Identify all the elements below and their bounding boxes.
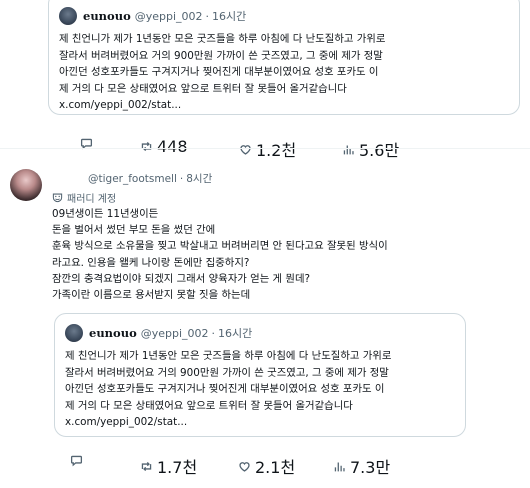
text-line: 09년생이든 11년생이든 [52, 208, 159, 220]
quoted-timestamp[interactable]: 16시간 [212, 8, 246, 24]
bar-chart-icon [343, 144, 354, 154]
post-text: 09년생이든 11년생이든돈을 벌어서 썼던 부모 돈을 썼던 간에훈육 방식으… [52, 206, 388, 303]
text-line: 잘라서 버려버렸어요 거의 900만원 가까이 쓴 굿즈였고, 그 중에 제가 … [59, 49, 383, 62]
quoted-tweet-card[interactable]: eunouo @yeppi_002 · 16시간 제 친언니가 제가 1년동안 … [54, 313, 466, 437]
text-line: 훈육 방식으로 소유물을 찢고 박살내고 버려버리면 안 된다고요 잘못된 방식… [52, 240, 388, 253]
text-line: 잘라서 버려버렸어요 거의 900만원 가까이 쓴 굿즈였고, 그 중에 제가 … [65, 366, 389, 379]
quoted-tweet-text: 제 친언니가 제가 1년동안 모은 굿즈들을 하루 아침에 다 난도질하고 가위… [65, 348, 391, 431]
views-button[interactable]: 7.3만 [333, 454, 390, 478]
view-count: 7.3만 [350, 458, 391, 477]
separator-dot: · [179, 172, 184, 185]
repost-button[interactable]: 1.7천 [140, 454, 197, 478]
quoted-link[interactable]: x.com/yeppi_002/stat... [59, 97, 385, 114]
quoted-author-name[interactable]: eunouo [89, 326, 137, 340]
bar-chart-icon [334, 461, 345, 471]
quoted-link[interactable]: x.com/yeppi_002/stat... [65, 414, 391, 431]
like-button[interactable]: 1.2천 [239, 137, 296, 161]
heart-icon [240, 144, 251, 155]
quoted-tweet-card[interactable]: eunouo @yeppi_002 · 16시간 제 친언니가 제가 1년동안 … [48, 0, 520, 115]
quoted-author-handle[interactable]: @yeppi_002 [135, 10, 203, 23]
views-button[interactable]: 5.6만 [342, 137, 399, 161]
text-line: 제 거의 다 모은 상태였어요 앞으로 트위터 잘 못들어 올거같습니다 [59, 82, 347, 95]
quoted-author-handle[interactable]: @yeppi_002 [141, 327, 209, 340]
author-name-redacted [60, 174, 88, 184]
avatar[interactable] [10, 169, 42, 201]
like-count: 1.2천 [256, 141, 297, 160]
repost-count: 1.7천 [157, 458, 198, 477]
repost-arrows-icon [141, 461, 152, 471]
author-handle[interactable]: @tiger_footsmell [88, 173, 177, 185]
repost-arrows-icon [141, 141, 152, 152]
quoted-tweet-header: eunouo @yeppi_002 · 16시간 [65, 324, 252, 342]
repost-count: 448 [157, 137, 188, 156]
parody-account-label: 패러디 계정 [52, 190, 116, 205]
separator-dot: · [211, 326, 216, 340]
view-count: 5.6만 [359, 141, 400, 160]
like-button[interactable]: 2.1천 [238, 454, 295, 478]
quoted-author-name[interactable]: eunouo [83, 9, 131, 23]
text-line: 제 친언니가 제가 1년동안 모은 굿즈들을 하루 아침에 다 난도질하고 가위… [65, 350, 392, 362]
heart-icon [239, 461, 250, 472]
text-line: 잠깐의 충격요법이야 되겠지 그래서 양육자가 얻는 게 뭔데? [52, 272, 311, 285]
post-timestamp[interactable]: 8시간 [186, 171, 212, 186]
text-line: 제 거의 다 모은 상태였어요 앞으로 트위터 잘 못들어 올거같습니다 [65, 399, 353, 412]
quoted-tweet-header: eunouo @yeppi_002 · 16시간 [59, 7, 246, 25]
avatar[interactable] [59, 7, 77, 25]
speech-bubble-icon [70, 455, 83, 467]
tweet-divider [0, 148, 530, 149]
post-header: @tiger_footsmell · 8시간 [60, 171, 212, 186]
reply-button[interactable] [70, 454, 87, 467]
repost-button[interactable]: 448 [140, 137, 188, 156]
text-line: 제 친언니가 제가 1년동안 모은 굿즈들을 하루 아침에 다 난도질하고 가위… [59, 33, 386, 45]
separator-dot: · [205, 9, 210, 23]
text-line: 아낀던 성호포카들도 구겨지거나 찢어진게 대부분이였어요 성호 포카도 이 [65, 383, 385, 395]
text-line: 아낀던 성호포카들도 구겨지거나 찢어진게 대부분이였어요 성호 포카도 이 [59, 66, 379, 78]
theater-mask-icon [52, 193, 63, 203]
text-line: 가족이란 이름으로 용서받지 못할 짓을 하는데 [52, 289, 251, 302]
text-line: 돈을 벌어서 썼던 부모 돈을 썼던 간에 [52, 224, 216, 237]
like-count: 2.1천 [255, 458, 296, 477]
avatar[interactable] [65, 324, 83, 342]
parody-label-text: 패러디 계정 [67, 194, 117, 205]
text-line: 라고요. 인용을 왤케 나이랑 돈에만 집중하지? [52, 256, 250, 269]
quoted-tweet-text: 제 친언니가 제가 1년동안 모은 굿즈들을 하루 아침에 다 난도질하고 가위… [59, 31, 385, 114]
quoted-timestamp[interactable]: 16시간 [218, 325, 252, 341]
